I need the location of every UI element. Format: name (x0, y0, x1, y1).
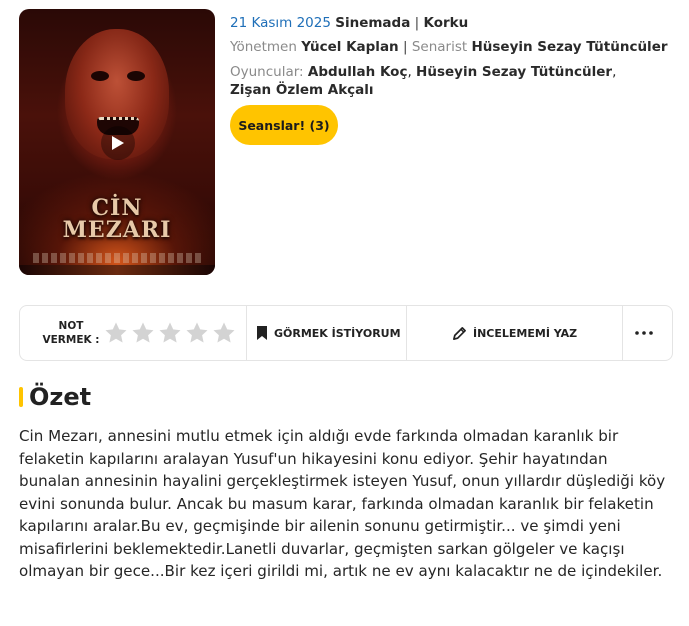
poster-title-art: CİN MEZARI (19, 197, 215, 241)
star-rating (104, 306, 244, 360)
more-dots-icon (635, 331, 653, 335)
separator: | (414, 15, 420, 31)
bookmark-icon (257, 326, 267, 340)
play-icon (112, 136, 124, 150)
divider (406, 306, 407, 360)
summary-heading: Özet (19, 382, 91, 412)
writer-link[interactable]: Hüseyin Sezay Tütüncüler (471, 39, 667, 55)
crew-line: Yönetmen Yücel Kaplan | Senarist Hüseyin… (230, 38, 668, 56)
watchlist-button[interactable]: GÖRMEK İSTİYORUM (256, 306, 406, 360)
star-icon[interactable] (104, 321, 128, 345)
poster-eye-right (127, 71, 145, 81)
star-icon[interactable] (185, 321, 209, 345)
cast-link[interactable]: Abdullah Koç (308, 64, 408, 80)
rate-label-line1: NOT (58, 320, 84, 332)
genre-link[interactable]: Korku (423, 15, 468, 31)
summary-text: Cin Mezarı, annesini mutlu etmek için al… (19, 427, 666, 580)
rate-label: NOT VERMEK : (34, 306, 108, 360)
star-icon[interactable] (212, 321, 236, 345)
heading-accent-bar (19, 387, 23, 407)
showtimes-button[interactable]: Seanslar! (3) (230, 105, 338, 145)
pencil-icon (453, 326, 466, 340)
poster-release-strip (19, 265, 215, 275)
review-label: İNCELEMEMİ YAZ (473, 326, 578, 340)
poster-title-line1: CİN (91, 195, 143, 221)
director-link[interactable]: Yücel Kaplan (301, 39, 398, 55)
cast-line: Oyuncular: Abdullah Koç, Hüseyin Sezay T… (230, 64, 617, 98)
movie-poster[interactable]: CİN MEZARI (19, 9, 215, 275)
write-review-button[interactable]: İNCELEMEMİ YAZ (452, 306, 612, 360)
play-trailer-button[interactable] (101, 126, 135, 160)
cast-link[interactable]: Zişan Özlem Akçalı (230, 82, 374, 98)
divider (622, 306, 623, 360)
poster-credits-block (33, 253, 201, 263)
divider (246, 306, 247, 360)
release-date[interactable]: 21 Kasım 2025 (230, 15, 331, 31)
writer-label: Senarist (411, 39, 468, 55)
rate-label-line2: VERMEK : (42, 334, 100, 346)
director-label: Yönetmen (230, 39, 297, 55)
summary-title: Özet (29, 383, 92, 411)
poster-eye-left (91, 71, 109, 81)
action-bar: NOT VERMEK : GÖRMEK İSTİYORUM İNCELEMEMİ… (19, 305, 673, 361)
cast-label: Oyuncular: (230, 64, 304, 80)
more-options-button[interactable] (624, 306, 664, 360)
poster-title-line2: MEZARI (62, 217, 172, 243)
release-status[interactable]: Sinemada (335, 15, 410, 31)
star-icon[interactable] (131, 321, 155, 345)
star-icon[interactable] (158, 321, 182, 345)
watchlist-label: GÖRMEK İSTİYORUM (274, 326, 401, 340)
release-line: 21 Kasım 2025 Sinemada | Korku (230, 14, 468, 32)
cast-link[interactable]: Hüseyin Sezay Tütüncüler (416, 64, 612, 80)
separator: | (402, 39, 408, 55)
